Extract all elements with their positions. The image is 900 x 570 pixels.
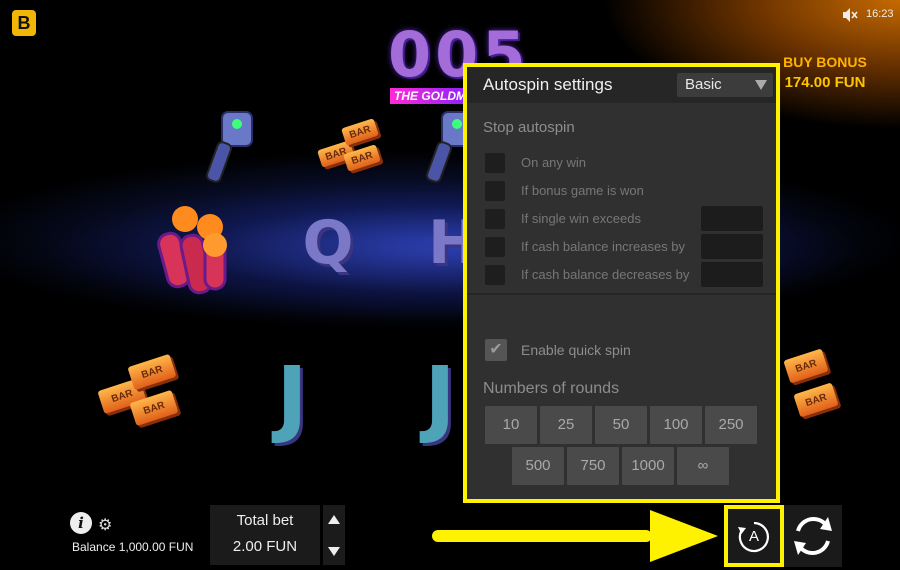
gear-icon[interactable]: ⚙ [98,515,112,535]
reel-symbol-h: H [428,208,479,278]
pointer-arrow-icon [432,510,718,562]
stop-autospin-title: Stop autospin [483,119,575,136]
spin-button[interactable] [784,505,842,567]
rounds-button-100[interactable]: 100 [650,406,702,444]
speaker-muted-icon[interactable] [842,7,858,23]
stop-option-bonus-won[interactable]: If bonus game is won [485,181,765,203]
stop-option-any-win[interactable]: On any win [485,153,765,175]
balance-increase-input[interactable] [701,234,763,259]
brand-logo: B [12,10,36,36]
checkbox[interactable] [485,181,505,201]
checkmark-icon[interactable]: ✔ [485,339,507,361]
total-bet-label: Total bet [236,512,294,529]
game-stage: B 16:23 005 THE GOLDM BUY BONUS 174.00 F… [0,0,900,570]
rounds-button-50[interactable]: 50 [595,406,647,444]
option-label: If cash balance increases by [521,239,686,254]
reel-symbol-bar: BAR BAR BAR [92,350,192,440]
rounds-button-10[interactable]: 10 [485,406,537,444]
mode-select[interactable]: Basic [677,73,773,97]
buy-bonus-button[interactable]: BUY BONUS 174.00 FUN [770,54,880,91]
autospin-settings-panel: Autospin settings Basic Stop autospin On… [463,63,780,503]
rounds-button-1000[interactable]: 1000 [622,447,674,485]
game-logo-tagline: THE GOLDM [390,88,470,104]
chevron-down-icon [755,80,767,90]
reel-symbol-bar: BAR BAR [782,340,842,440]
balance-display: Balance 1,000.00 FUN [72,540,194,554]
option-label: On any win [521,155,587,170]
total-bet-value: 2.00 FUN [232,538,298,555]
option-label: If cash balance decreases by [521,267,690,282]
balance-decrease-input[interactable] [701,262,763,287]
quick-spin-label: Enable quick spin [521,342,631,358]
bet-stepper [323,505,345,565]
panel-header: Autospin settings Basic [467,67,776,103]
autoplay-button[interactable]: A [724,505,784,567]
rounds-button-infinite[interactable]: ∞ [677,447,729,485]
reel-symbol-j: J [276,348,308,446]
rounds-title: Numbers of rounds [483,380,620,397]
info-icon[interactable]: i [70,512,92,534]
option-label: If bonus game is won [521,183,644,198]
rounds-button-25[interactable]: 25 [540,406,592,444]
rounds-button-500[interactable]: 500 [512,447,564,485]
autoplay-label: A [748,528,759,545]
decrease-bet-icon[interactable] [328,547,340,556]
buy-bonus-price: 174.00 FUN [784,74,866,91]
reel-symbol-q: Q [302,208,354,278]
stop-option-single-win[interactable]: If single win exceeds [485,206,765,231]
rounds-button-250[interactable]: 250 [705,406,757,444]
checkbox[interactable] [485,237,505,257]
rounds-button-750[interactable]: 750 [567,447,619,485]
quick-spin-toggle[interactable]: ✔ Enable quick spin [485,339,735,361]
stop-option-balance-decrease[interactable]: If cash balance decreases by [485,262,765,287]
spin-arrows-icon [794,517,832,555]
reel-symbol-j: J [424,348,456,446]
buy-bonus-label: BUY BONUS [783,54,867,70]
divider [467,293,776,295]
checkbox[interactable] [485,153,505,173]
increase-bet-icon[interactable] [328,515,340,524]
reel-symbol-dynamite [157,206,227,295]
checkbox[interactable] [485,209,505,229]
single-win-input[interactable] [701,206,763,231]
checkbox[interactable] [485,265,505,285]
reel-symbol-bar: BAR BAR BAR [315,115,385,185]
total-bet-display: Total bet 2.00 FUN [210,505,320,565]
panel-title: Autospin settings [483,75,613,94]
mode-select-value: Basic [685,76,722,93]
stop-option-balance-increase[interactable]: If cash balance increases by [485,234,765,259]
reel-symbol-drill [205,111,253,183]
clock: 16:23 [866,8,894,20]
option-label: If single win exceeds [521,211,641,226]
